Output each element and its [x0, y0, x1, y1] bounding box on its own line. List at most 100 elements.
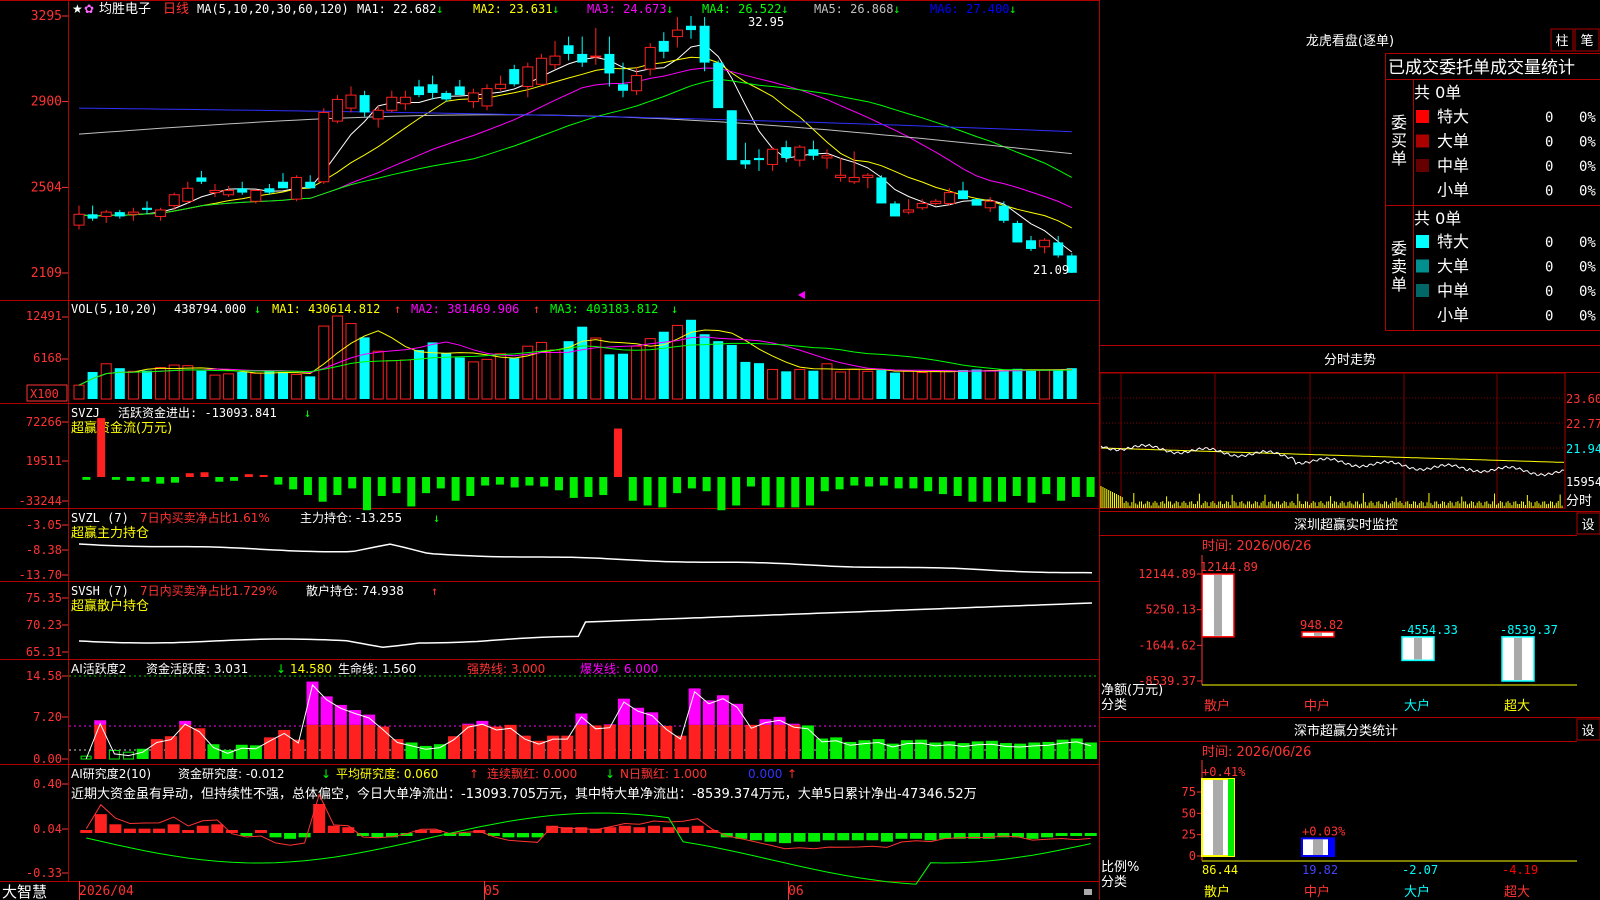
star-icon[interactable]: ★	[72, 2, 83, 16]
svzj-bar	[185, 473, 194, 477]
volume-bar	[155, 367, 167, 400]
ai-research-tick: 0.04	[33, 822, 62, 836]
ai-research-bar	[764, 833, 777, 842]
svzj-bar	[481, 477, 490, 486]
volume-bar	[372, 350, 384, 400]
ai-research-bar	[618, 825, 631, 833]
svzj-bar	[215, 477, 224, 482]
ma-value-5: MA5: 26.868	[814, 2, 893, 16]
ai-research-bar	[677, 827, 690, 833]
classify-tick: 75	[1182, 785, 1196, 799]
high-price-label: 32.95	[748, 15, 784, 29]
period-label[interactable]: 日线	[163, 2, 189, 17]
ai-active-bar	[320, 696, 333, 759]
arrow-down-icon: ↓	[552, 2, 559, 16]
classify-y-title: 比例%	[1101, 860, 1139, 875]
svzj-bar	[111, 477, 120, 480]
ai-research-bar	[1084, 833, 1097, 836]
volume-bar	[414, 349, 424, 399]
arrow-down-icon: ↓	[666, 2, 673, 16]
volume-ma3: MA3: 403183.812	[550, 302, 658, 316]
classify-tick: 50	[1182, 806, 1196, 820]
ai-research-bar	[167, 824, 180, 833]
order-pct: 0%	[1579, 260, 1596, 276]
classify-value: 86.44	[1202, 863, 1238, 877]
candle	[876, 175, 887, 204]
lock-icon[interactable]	[1084, 889, 1092, 895]
ai-research-bar	[793, 833, 806, 842]
sz-category-label: 中户	[1304, 698, 1330, 714]
ai-active-bar	[278, 729, 291, 759]
candle	[713, 60, 724, 109]
order-name: 小单	[1437, 181, 1469, 200]
volume-unit-label: X100	[30, 387, 59, 401]
ai-active-bar	[603, 724, 616, 759]
side-label-char: 委	[1391, 239, 1407, 258]
volume-bar	[209, 374, 221, 400]
volume-bar	[618, 353, 628, 399]
svzj-bar	[540, 477, 549, 487]
svzj-bar	[924, 477, 933, 492]
candle	[890, 201, 900, 217]
ai-research-label1: 资金研究度: -0.012	[178, 766, 285, 781]
svzl-tick: -13.70	[19, 568, 62, 582]
classify-bar: -4.19	[1502, 863, 1538, 877]
volume-title: VOL(5,10,20)	[71, 302, 158, 316]
volume-tick: 12491	[26, 309, 62, 323]
ai-active-tick: 0.00	[33, 752, 62, 766]
classify-title: 深市超赢分类统计	[1294, 723, 1398, 739]
svzj-bar	[362, 477, 371, 511]
ai-research-bar	[182, 830, 195, 833]
settings-icon[interactable]: ✿	[84, 2, 94, 16]
svzj-bar	[938, 477, 947, 495]
svzj-bar	[717, 477, 726, 511]
ai-research-label5: 0.000	[748, 767, 782, 781]
svzj-label: 活跃资金进出: -13093.841	[118, 405, 277, 420]
arrow-down-icon: ↓	[433, 511, 440, 525]
ai-active-bar	[702, 700, 715, 759]
sz-monitor-x-title: 分类	[1101, 698, 1127, 713]
candle	[481, 84, 493, 111]
volume-bar	[767, 368, 779, 400]
volume-bar	[223, 373, 235, 400]
order-count: 0	[1545, 184, 1553, 200]
ai-active-label2: 14.580	[290, 662, 332, 676]
ai-research-bar	[1026, 833, 1039, 839]
volume-bar	[100, 363, 112, 400]
arrow-down-icon: ↓	[321, 767, 331, 781]
svzj-bar	[1086, 477, 1095, 497]
svzl-label: 主力持仓: -13.255	[300, 510, 402, 525]
low-price-label: 21.09	[1033, 263, 1069, 277]
sz-monitor-time: 时间: 2026/06/26	[1202, 539, 1311, 554]
volume-bar	[142, 370, 152, 399]
order-count: 0	[1545, 260, 1553, 276]
volume-bar	[930, 370, 942, 400]
svzj-bar	[392, 477, 401, 494]
svzj-bar	[170, 477, 179, 483]
ai-active-bar	[235, 744, 248, 759]
volume-bar	[604, 354, 615, 399]
app-name: 大智慧	[2, 883, 47, 900]
sz-bar-value: -8539.37	[1500, 623, 1558, 637]
order-pct: 0%	[1579, 284, 1596, 300]
svzj-tick: 72266	[26, 415, 62, 429]
order-count: 0	[1545, 135, 1553, 151]
volume-tick: 6168	[33, 351, 62, 365]
order-color-swatch	[1416, 110, 1429, 123]
volume-bar	[331, 315, 343, 400]
volume-bar	[549, 349, 561, 400]
ma-value-3: MA3: 24.673	[587, 2, 666, 16]
svzj-bar	[1042, 477, 1051, 495]
svzj-subtitle: 超赢资金流(万元)	[71, 420, 172, 436]
sell-total: 共 0单	[1414, 209, 1461, 228]
volume-bar	[1026, 370, 1036, 399]
candle	[331, 95, 343, 124]
ai-research-bar	[254, 830, 267, 833]
order-count: 0	[1545, 309, 1553, 325]
volume-bar	[87, 371, 98, 399]
price-tick: 3295	[31, 9, 62, 24]
svzj-bar	[97, 418, 106, 477]
arrow-up-icon: ↑	[533, 302, 540, 316]
svzl-tick: -3.05	[26, 518, 62, 532]
volume-bar	[359, 337, 370, 399]
